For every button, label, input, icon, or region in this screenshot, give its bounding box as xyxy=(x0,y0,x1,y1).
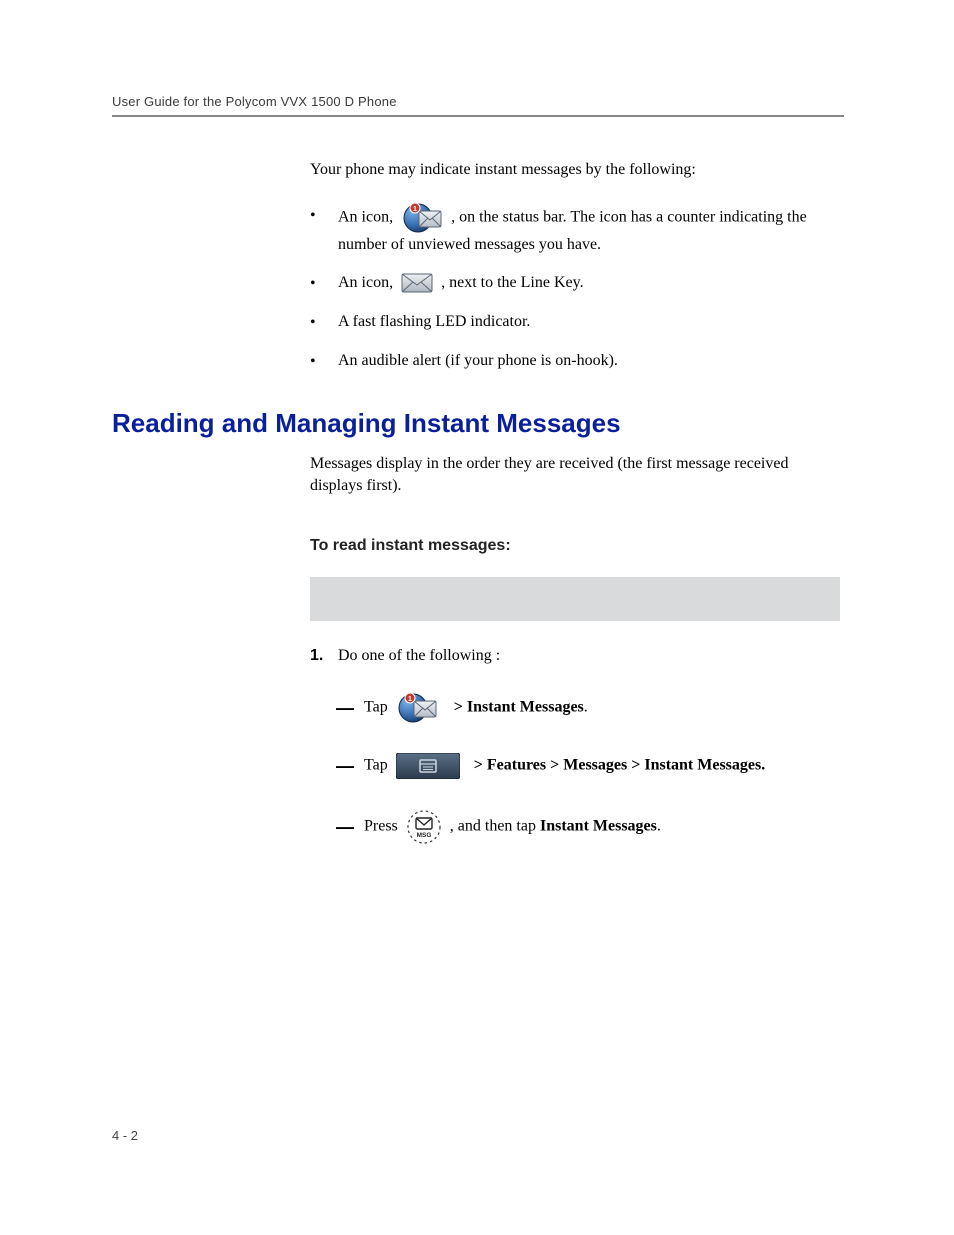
bullet-marker: • xyxy=(310,349,338,374)
section-paragraph: Messages display in the order they are r… xyxy=(310,453,840,498)
text-segment: , next to the Line Key. xyxy=(441,274,583,291)
text-segment: An icon, xyxy=(338,208,397,225)
text-segment: Press xyxy=(364,818,402,835)
numbered-list: 1. Do one of the following : — Tap xyxy=(310,647,840,845)
main-column: Your phone may indicate instant messages… xyxy=(310,159,840,374)
envelope-badge-icon: 1 xyxy=(396,693,438,723)
list-item: • An audible alert (if your phone is on-… xyxy=(310,349,840,374)
bullet-body: An icon, xyxy=(338,203,840,257)
section-heading: Reading and Managing Instant Messages xyxy=(112,408,844,439)
dash-marker: — xyxy=(336,698,364,719)
number-marker: 1. xyxy=(310,647,338,665)
intro-paragraph: Your phone may indicate instant messages… xyxy=(310,159,840,181)
header-rule xyxy=(112,115,844,117)
num-text: Do one of the following : xyxy=(338,647,500,665)
list-item: — Tap xyxy=(336,753,840,779)
section-body: Messages display in the order they are r… xyxy=(310,453,840,846)
bullet-list: • An icon, xyxy=(310,203,840,374)
list-item: — Tap 1 xyxy=(336,693,840,723)
text-segment: . xyxy=(657,818,661,835)
bold-text: > Features > Messages > Instant Messages… xyxy=(474,757,765,774)
svg-text:MSG: MSG xyxy=(416,832,431,839)
dash-marker: — xyxy=(336,756,364,777)
bullet-body: A fast flashing LED indicator. xyxy=(338,310,840,334)
running-header: User Guide for the Polycom VVX 1500 D Ph… xyxy=(112,94,844,109)
bullet-body: An icon, xyxy=(338,271,840,295)
list-item: • An icon, xyxy=(310,271,840,296)
sub-body: Press MSG , and then tap Instant Message… xyxy=(364,809,661,845)
envelope-badge-icon: 1 xyxy=(401,203,443,233)
menu-button-icon xyxy=(396,753,460,779)
list-item: • A fast flashing LED indicator. xyxy=(310,310,840,335)
text-segment: Tap xyxy=(364,699,392,716)
callout-placeholder xyxy=(310,577,840,621)
bullet-marker: • xyxy=(310,271,338,296)
sub-list: — Tap 1 xyxy=(336,693,840,845)
list-item: — Press MSG , and then tap xyxy=(336,809,840,845)
svg-text:1: 1 xyxy=(408,696,412,703)
section-heading-wrap: Reading and Managing Instant Messages xyxy=(112,408,844,439)
document-page: User Guide for the Polycom VVX 1500 D Ph… xyxy=(0,0,954,1235)
msg-hardkey-icon: MSG xyxy=(406,809,442,845)
badge-count: 1 xyxy=(413,206,417,213)
page-number: 4 - 2 xyxy=(112,1128,138,1143)
text-segment: . xyxy=(584,699,588,716)
list-item: • An icon, xyxy=(310,203,840,257)
dash-marker: — xyxy=(336,817,364,838)
procedure-subhead: To read instant messages: xyxy=(310,537,840,555)
text-segment: , and then tap xyxy=(450,818,540,835)
bold-text: Instant Messages xyxy=(540,818,657,835)
bold-text: > Instant Messages xyxy=(454,699,584,716)
bullet-body: An audible alert (if your phone is on-ho… xyxy=(338,349,840,373)
list-item: 1. Do one of the following : xyxy=(310,647,840,665)
text-segment: Tap xyxy=(364,757,392,774)
sub-body: Tap 1 xyxy=(364,693,588,723)
bullet-marker: • xyxy=(310,310,338,335)
envelope-icon xyxy=(401,273,433,293)
bullet-marker: • xyxy=(310,203,338,228)
sub-body: Tap xyxy=(364,753,765,779)
text-segment: An icon, xyxy=(338,274,397,291)
